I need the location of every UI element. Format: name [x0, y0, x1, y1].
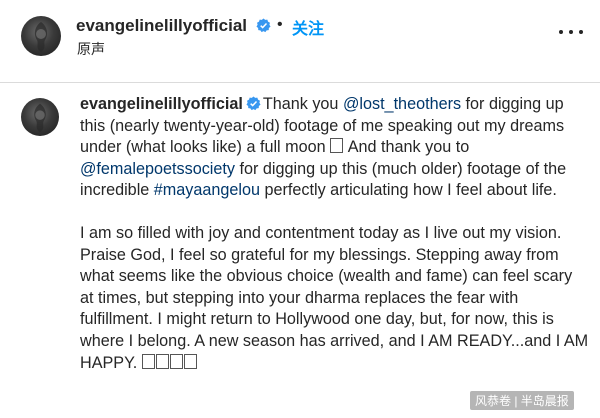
caption-text-segment: perfectly articulating how I feel about … [260, 181, 557, 200]
verified-badge-icon [246, 96, 261, 111]
caption-text-segment: And thank you to [344, 138, 470, 157]
emoji-icon [183, 353, 197, 369]
moon-emoji-icon [330, 138, 344, 154]
emoji-icon [169, 353, 183, 369]
emoji-icon [141, 353, 155, 369]
header-username[interactable]: evangelinelillyofficial [76, 16, 247, 36]
audio-label[interactable]: 原声 [77, 39, 105, 59]
caption-text: evangelinelillyofficial Thank you @lost_t… [80, 94, 590, 374]
follow-button[interactable]: 关注 [292, 15, 324, 39]
caption-text-segment: Thank you [262, 95, 343, 113]
mention-link[interactable]: @femalepoetssociety [80, 160, 235, 178]
hashtag-link[interactable]: #mayaangelou [154, 181, 260, 199]
divider [0, 82, 600, 83]
verified-badge-icon [256, 18, 271, 33]
watermark: 风恭卷 | 半岛晨报 [470, 391, 574, 410]
caption-paragraph-2: I am so filled with joy and contentment … [80, 223, 590, 374]
mention-link[interactable]: @lost_theothers [343, 95, 461, 113]
caption-text-segment: I am so filled with joy and contentment … [80, 223, 589, 372]
caption-username[interactable]: evangelinelillyofficial [80, 95, 243, 113]
profile-avatar[interactable] [21, 16, 61, 56]
post-header: evangelinelillyofficial • 关注 原声 [0, 0, 600, 74]
emoji-icon [155, 353, 169, 369]
separator-dot: • [277, 16, 283, 33]
caption-paragraph-1: evangelinelillyofficial Thank you @lost_t… [80, 94, 590, 202]
more-options-icon[interactable] [557, 22, 585, 42]
caption-avatar[interactable] [21, 98, 59, 136]
